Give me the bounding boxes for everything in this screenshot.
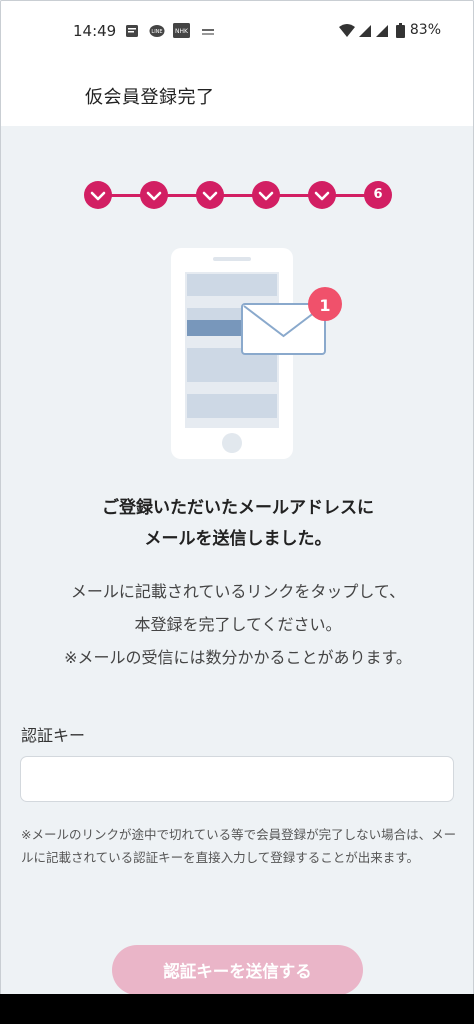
wifi-icon — [339, 23, 355, 42]
mail-sent-heading: ご登録いただいたメールアドレスに メールを送信しました。 — [1, 493, 473, 555]
check-icon — [146, 191, 162, 201]
step-completed-3 — [196, 181, 224, 209]
step-current-number: 6 — [373, 187, 383, 202]
battery-icon — [396, 23, 405, 42]
status-time: 14:49 — [73, 22, 117, 40]
step-completed-4 — [252, 181, 280, 209]
auth-key-label: 認証キー — [21, 726, 86, 745]
step-completed-5 — [308, 181, 336, 209]
instruction-line: ※メールの受信には数分かかることがあります。 — [64, 648, 412, 667]
message-icon — [125, 23, 139, 42]
svg-text:NHK: NHK — [175, 28, 189, 35]
page-title: 仮会員登録完了 — [85, 87, 215, 108]
heading-line: メールを送信しました。 — [144, 529, 332, 549]
app-screen: 14:49 LINE NHK 83% 仮会員登録完了 6 1 ご登録いただいたメ… — [0, 0, 474, 1024]
battery-percent: 83% — [409, 22, 441, 38]
auth-key-help-text: ※メールのリンクが途中で切れている等で会員登録が完了しない場合は、メールに記載さ… — [21, 827, 457, 865]
nhk-app-icon: NHK — [173, 23, 190, 42]
step-current: 6 — [364, 181, 392, 209]
progress-stepper: 6 — [84, 181, 394, 211]
phone-mail-icon — [171, 248, 342, 459]
notification-badge: 1 — [319, 296, 331, 315]
step-completed-2 — [140, 181, 168, 209]
check-icon — [90, 191, 106, 201]
submit-auth-key-button[interactable]: 認証キーを送信する — [112, 945, 363, 995]
status-bar: 14:49 LINE NHK 83% — [1, 1, 473, 59]
system-navigation-bar — [0, 994, 474, 1024]
check-icon — [202, 191, 218, 201]
mail-sent-instructions: メールに記載されているリンクをタップして、 本登録を完了してください。 ※メール… — [1, 575, 473, 674]
signal-icon — [375, 23, 389, 42]
check-icon — [258, 191, 274, 201]
app-header: 仮会員登録完了 — [1, 59, 473, 126]
mail-sent-illustration — [171, 248, 346, 460]
step-completed-1 — [84, 181, 112, 209]
instruction-line: メールに記載されているリンクをタップして、 — [70, 582, 406, 601]
signal-icon — [358, 23, 372, 42]
app-icon — [201, 23, 215, 42]
check-icon — [314, 191, 330, 201]
heading-line: ご登録いただいたメールアドレスに — [102, 498, 374, 518]
auth-key-input[interactable] — [20, 756, 454, 802]
instruction-line: 本登録を完了してください。 — [134, 615, 342, 634]
svg-text:LINE: LINE — [151, 29, 162, 35]
line-app-icon: LINE — [149, 23, 165, 42]
